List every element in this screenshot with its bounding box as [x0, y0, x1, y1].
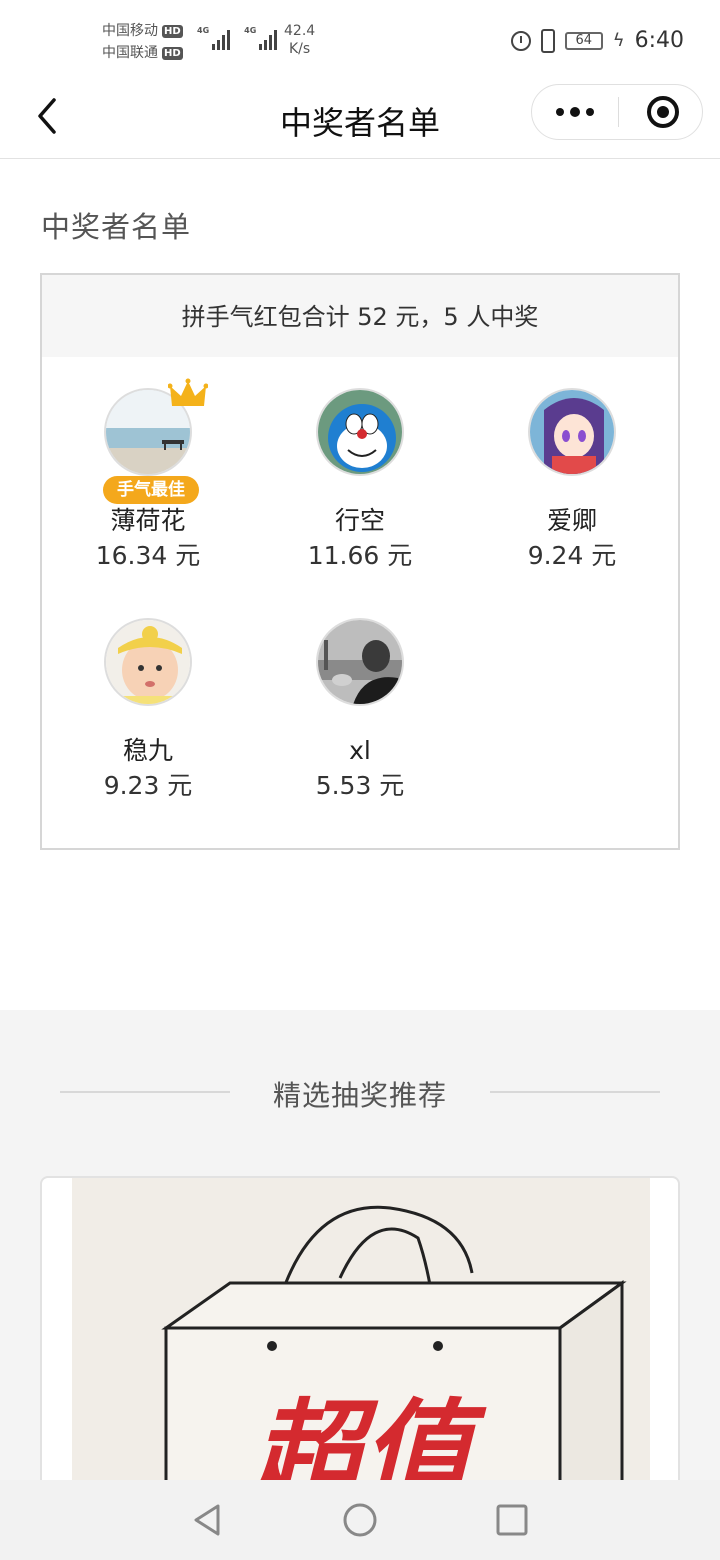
winner-amount: 16.34 元 — [95, 541, 201, 570]
network-speed: 42.4 K/s — [284, 22, 315, 58]
hd-badge: HD — [162, 46, 183, 60]
avatar — [316, 388, 404, 476]
winner-name: xl — [349, 736, 371, 765]
capsule-divider — [618, 97, 619, 127]
winner-item[interactable]: 稳九 9.23 元 — [42, 618, 254, 804]
crown-icon — [168, 378, 208, 406]
winner-name: 爱卿 — [546, 506, 597, 535]
avatar — [104, 618, 192, 706]
recommend-card[interactable]: 超值 — [40, 1176, 680, 1496]
carrier-2: 中国联通 — [102, 45, 158, 61]
close-circle-icon[interactable] — [647, 96, 679, 128]
status-right: 64 ϟ 6:40 — [510, 28, 684, 53]
nav-bar: 中奖者名单 — [0, 82, 720, 159]
winner-name: 行空 — [334, 506, 385, 535]
signal-icon: 4G — [197, 26, 231, 50]
signal-icons: 4G 4G — [197, 26, 278, 50]
speed-unit: K/s — [288, 41, 311, 57]
recommend-title: 精选抽奖推荐 — [272, 1079, 447, 1112]
carrier-info: 中国移动 HD 中国联通 HD — [102, 20, 183, 64]
section-title: 中奖者名单 — [41, 210, 192, 244]
charging-bolt-icon: ϟ — [612, 30, 625, 51]
home-circle-icon[interactable] — [340, 1500, 380, 1540]
avatar — [316, 618, 404, 706]
mini-program-capsule — [531, 84, 703, 140]
winner-name: 薄荷花 — [110, 506, 186, 535]
winner-item[interactable]: 行空 11.66 元 — [254, 388, 466, 574]
signal-icon: 4G — [244, 26, 278, 50]
status-bar: 中国移动 HD 中国联通 HD 4G 4G 42.4 K/s 64 ϟ 6:40 — [0, 0, 720, 82]
alarm-icon — [510, 30, 531, 51]
clock: 6:40 — [634, 28, 684, 53]
network-type: 4G — [197, 26, 210, 35]
winner-amount: 9.23 元 — [103, 771, 193, 800]
prize-summary: 拼手气红包合计 52 元，5 人中奖 — [42, 275, 678, 357]
winner-name: 稳九 — [122, 736, 173, 765]
network-type: 4G — [244, 26, 257, 35]
system-nav-bar — [0, 1480, 720, 1560]
vibrate-icon — [540, 28, 555, 53]
more-dots-icon[interactable] — [532, 85, 617, 139]
hd-badge: HD — [162, 24, 183, 38]
speed-value: 42.4 — [284, 23, 316, 39]
winner-amount: 11.66 元 — [307, 541, 413, 570]
avatar — [528, 388, 616, 476]
winner-amount: 9.24 元 — [527, 541, 617, 570]
best-luck-badge: 手气最佳 — [103, 476, 199, 504]
winners-card: 拼手气红包合计 52 元，5 人中奖 手气最佳 薄荷花 16.34 元 行空 1… — [40, 273, 680, 850]
back-triangle-icon[interactable] — [188, 1500, 228, 1540]
winner-item[interactable]: 手气最佳 薄荷花 16.34 元 — [42, 378, 254, 574]
winner-amount: 5.53 元 — [315, 771, 405, 800]
recents-square-icon[interactable] — [492, 1500, 532, 1540]
battery-icon: 64 — [564, 31, 603, 50]
winner-item[interactable]: 爱卿 9.24 元 — [466, 388, 678, 574]
carrier-1: 中国移动 — [102, 23, 158, 39]
gift-bag-banner[interactable]: 超值 — [72, 1178, 650, 1494]
winner-item[interactable]: xl 5.53 元 — [254, 618, 466, 804]
